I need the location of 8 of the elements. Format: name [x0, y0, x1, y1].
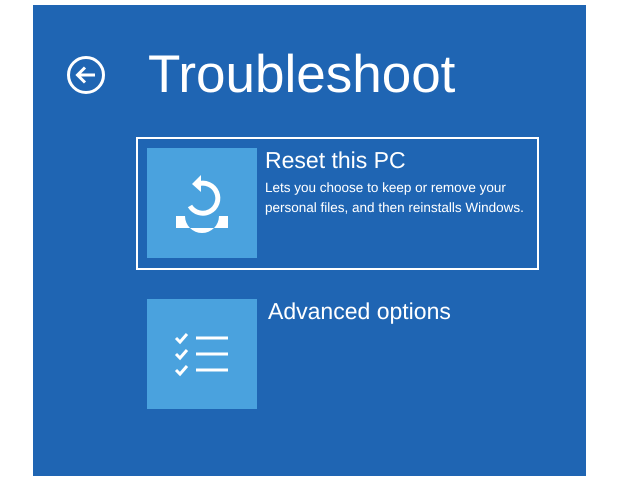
option-title: Advanced options — [268, 299, 451, 323]
checklist-icon — [174, 330, 230, 378]
page-title: Troubleshoot — [148, 45, 456, 105]
option-item[interactable]: Advanced options — [136, 288, 539, 421]
option-title: Reset this PC — [265, 148, 407, 172]
back-button[interactable] — [66, 55, 106, 95]
option-item[interactable]: Reset this PC Lets you choose to keep or remove your personal files, and then reinstalls Windows. — [136, 137, 539, 270]
option-description: Lets you choose to keep or remove your personal files, and then reinstalls Windows. — [265, 179, 525, 217]
